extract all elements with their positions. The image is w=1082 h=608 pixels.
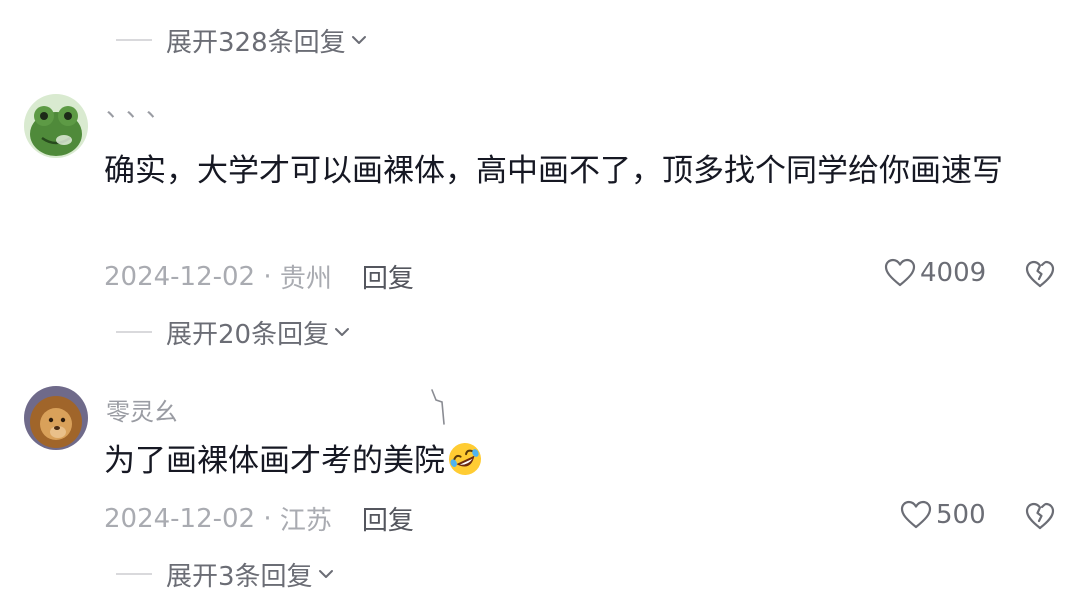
- reply-button[interactable]: 回复: [362, 258, 414, 295]
- expand-replies-label: 展开3条回复: [166, 561, 313, 592]
- chevron-down-icon: [333, 323, 351, 341]
- scribble-mark: [431, 389, 445, 425]
- username[interactable]: 、、、: [106, 88, 178, 123]
- avatar[interactable]: [24, 386, 88, 450]
- lion-avatar-icon: [24, 386, 88, 450]
- comment-date: 2024-12-02: [104, 261, 256, 292]
- like-button[interactable]: 500: [900, 500, 986, 530]
- broken-heart-icon: [1025, 502, 1055, 530]
- comment-location: 贵州: [279, 264, 332, 294]
- expand-replies-label: 展开328条回复: [166, 27, 346, 58]
- reply-button[interactable]: 回复: [362, 500, 414, 537]
- comment-meta: 2024-12-02 · 贵州 回复: [104, 258, 414, 295]
- like-count: 4009: [920, 258, 987, 288]
- chevron-down-icon: [317, 565, 335, 583]
- expand-replies-button[interactable]: 展开328条回复: [116, 22, 368, 58]
- comment-text: 确实，大学才可以画裸体，高中画不了，顶多找个同学给你画速写: [104, 153, 1003, 189]
- like-count: 500: [936, 500, 986, 530]
- chevron-down-icon: [350, 31, 368, 49]
- username[interactable]: 零灵幺: [106, 392, 178, 427]
- heart-icon: [900, 500, 932, 529]
- comment-meta: 2024-12-02 · 江苏 回复: [104, 500, 414, 537]
- frog-avatar-icon: [24, 94, 88, 158]
- expand-replies-label: 展开20条回复: [166, 319, 330, 350]
- like-button[interactable]: 4009: [884, 258, 986, 288]
- expand-replies-button[interactable]: 展开20条回复: [116, 314, 351, 350]
- meta-separator: ·: [255, 261, 280, 292]
- expand-divider: [116, 331, 152, 333]
- broken-heart-icon: [1025, 260, 1055, 288]
- comment-text: 为了画裸体画才考的美院: [104, 436, 1054, 486]
- expand-replies-button[interactable]: 展开3条回复: [116, 556, 335, 592]
- heart-icon: [884, 258, 916, 287]
- comment-text-body: 为了画裸体画才考的美院: [104, 443, 445, 479]
- comment-date: 2024-12-02: [104, 503, 256, 534]
- expand-divider: [116, 39, 152, 41]
- dislike-button[interactable]: [1025, 260, 1055, 290]
- comment-location: 江苏: [279, 506, 332, 536]
- expand-divider: [116, 573, 152, 575]
- avatar[interactable]: [24, 94, 88, 158]
- dislike-button[interactable]: [1025, 502, 1055, 532]
- meta-separator: ·: [255, 503, 280, 534]
- comment-list: 展开328条回复 、、、 确实，大学才可以画裸体，高中画不了，顶多找个同学给你画…: [0, 0, 1082, 608]
- rolling-on-floor-laughing-emoji-icon: [447, 441, 483, 477]
